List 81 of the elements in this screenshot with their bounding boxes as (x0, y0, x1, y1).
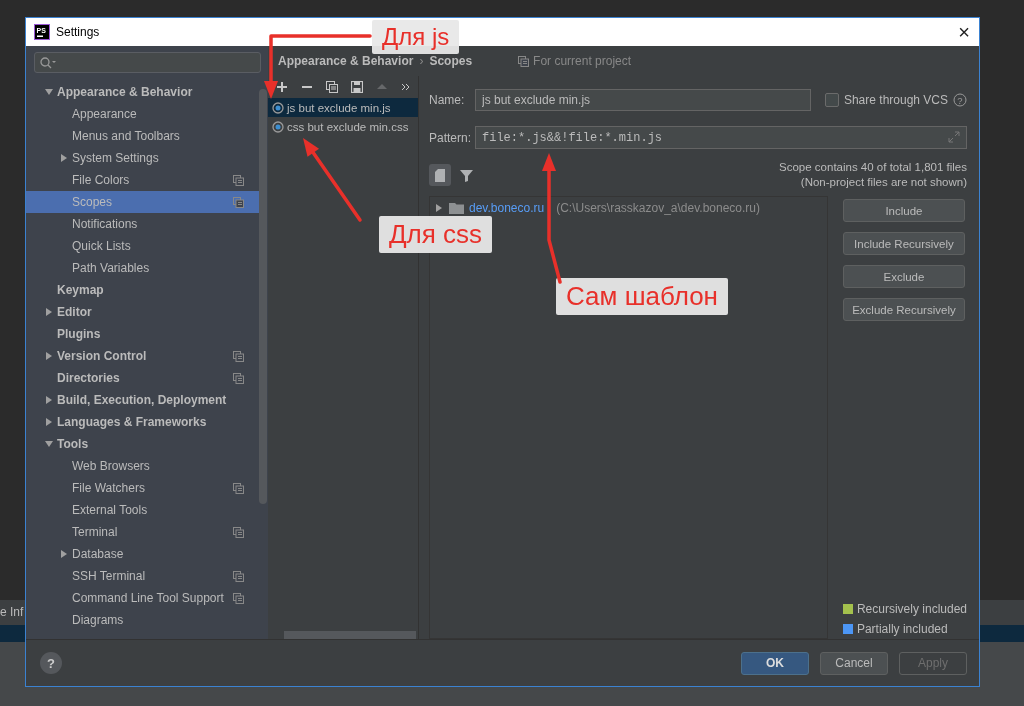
sidebar-item[interactable]: Plugins (26, 323, 259, 345)
expanded-arrow-icon[interactable] (44, 87, 54, 97)
breadcrumb-item[interactable]: Scopes (429, 54, 473, 68)
folder-icon (449, 202, 464, 214)
breadcrumb-separator: › (419, 54, 424, 68)
scrollbar-thumb[interactable] (259, 89, 267, 504)
file-icon (435, 168, 445, 182)
sidebar-item[interactable]: Terminal (26, 521, 259, 543)
search-field[interactable] (34, 52, 261, 73)
collapsed-arrow-icon[interactable] (44, 307, 54, 317)
collapsed-arrow-icon[interactable] (44, 351, 54, 361)
dialog-button[interactable]: Cancel (820, 651, 888, 675)
breadcrumb-item[interactable]: Appearance & Behavior (278, 54, 414, 68)
sidebar-item[interactable]: SSH Terminal (26, 565, 259, 587)
sidebar-item[interactable]: Quick Lists (26, 235, 259, 257)
scope-list-item[interactable]: css but exclude min.css (268, 117, 418, 136)
sidebar-item[interactable]: Scopes (26, 191, 259, 213)
name-field[interactable]: js but exclude min.js (475, 89, 811, 111)
sidebar-item[interactable]: Web Browsers (26, 455, 259, 477)
collapsed-arrow-icon[interactable] (44, 395, 54, 405)
project-scope-icon (518, 55, 530, 67)
tree-item[interactable]: dev.boneco.ru (469, 201, 545, 215)
collapsed-arrow-icon[interactable] (59, 549, 69, 559)
sidebar-item[interactable]: Appearance & Behavior (26, 81, 259, 103)
more-icon[interactable] (401, 81, 411, 93)
share-checkbox[interactable] (824, 93, 839, 107)
help-button[interactable]: ? (953, 93, 967, 107)
scope-action-button[interactable]: Include (842, 199, 965, 222)
annotation-label: Для css (379, 216, 493, 253)
expanded-arrow-icon[interactable] (44, 439, 54, 449)
sidebar-item[interactable]: File Colors (26, 169, 259, 191)
scope-summary: Scope contains 40 of total 1,801 files (779, 160, 967, 175)
scope-action-button[interactable]: Exclude (842, 265, 965, 288)
scrollbar-thumb[interactable] (284, 631, 416, 639)
sidebar-item[interactable]: Languages & Frameworks (26, 411, 259, 433)
file-toggle-button[interactable] (429, 164, 451, 186)
filter-icon[interactable] (460, 168, 473, 182)
sidebar-item[interactable]: Directories (26, 367, 259, 389)
sidebar-item[interactable]: Keymap (26, 279, 259, 301)
legend-label: Recursively included (856, 602, 967, 616)
sidebar-item[interactable]: Notifications (26, 213, 259, 235)
scope-list-item[interactable]: js but exclude min.js (268, 98, 418, 117)
legend-label: Partially included (856, 622, 948, 636)
collapsed-arrow-icon[interactable] (44, 417, 54, 427)
dialog-button[interactable]: OK (741, 651, 809, 675)
scope-summary: (Non-project files are not shown) (799, 175, 967, 190)
sidebar-item[interactable]: Build, Execution, Deployment (26, 389, 259, 411)
pattern-field[interactable]: file:*.js&&!file:*.min.js (475, 126, 967, 149)
sidebar-item[interactable]: Diagrams (26, 609, 259, 631)
expand-icon[interactable] (948, 131, 960, 143)
scope-action-button[interactable]: Exclude Recursively (842, 298, 965, 321)
scope-icon (272, 101, 284, 114)
sidebar-item[interactable]: Appearance (26, 103, 259, 125)
close-button[interactable]: × (949, 18, 979, 46)
sidebar-item[interactable]: Tools (26, 433, 259, 455)
sidebar-item[interactable]: Menus and Toolbars (26, 125, 259, 147)
field-label: Name: (429, 93, 466, 107)
panel-label: e Inf (0, 605, 24, 619)
sidebar-item[interactable]: Command Line Tool Support (26, 587, 259, 609)
scope-action-button[interactable]: Include Recursively (842, 232, 965, 255)
sidebar-item[interactable]: System Settings (26, 147, 259, 169)
sidebar-item[interactable]: Database (26, 543, 259, 565)
field-label: Pattern: (429, 130, 473, 145)
add-icon[interactable] (276, 81, 288, 93)
collapsed-arrow-icon[interactable] (59, 153, 69, 163)
search-icon (40, 56, 56, 69)
folder-path: (C:\Users\rasskazov_a\dev.boneco.ru) (556, 201, 761, 215)
scope-icon (272, 120, 284, 133)
sidebar-item[interactable]: Path Variables (26, 257, 259, 279)
collapsed-arrow-icon[interactable] (434, 203, 444, 213)
help-button[interactable]: ? (40, 652, 62, 674)
sidebar-item[interactable]: Version Control (26, 345, 259, 367)
scope-note: For current project (533, 54, 632, 68)
checkbox-label: Share through VCS (843, 93, 948, 107)
sidebar-item[interactable]: External Tools (26, 499, 259, 521)
annotation-label: Сам шаблон (556, 278, 728, 315)
copy-icon[interactable] (326, 81, 338, 93)
sidebar-item[interactable]: Editor (26, 301, 259, 323)
save-icon[interactable] (351, 81, 363, 93)
sidebar-item[interactable]: File Watchers (26, 477, 259, 499)
annotation-label: Для js (372, 20, 460, 54)
